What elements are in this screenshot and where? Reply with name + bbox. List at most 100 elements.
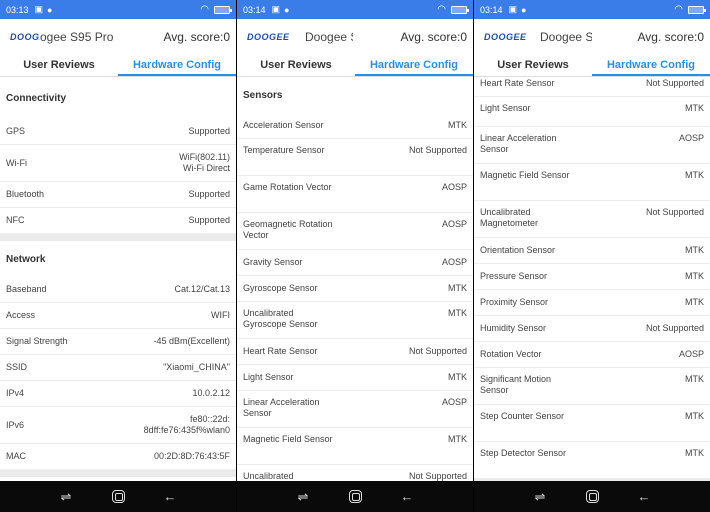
- home-button[interactable]: [582, 487, 602, 507]
- spec-value: AOSP: [441, 397, 467, 407]
- spec-value: Cat.12/Cat.13: [174, 284, 230, 294]
- spec-row: Step Detector Sensor MTK: [474, 442, 710, 479]
- spec-row: Gyroscope Sensor MTK: [237, 276, 473, 302]
- recents-icon[interactable]: ⇌: [530, 487, 550, 507]
- status-time: 03:14: [243, 4, 266, 15]
- spec-label: Gyroscope Sensor: [243, 283, 318, 293]
- brand-logo: DOOGEE: [484, 32, 527, 42]
- back-icon[interactable]: ←: [160, 487, 180, 507]
- spec-label: MAC: [6, 451, 26, 461]
- spec-value: MTK: [685, 271, 704, 281]
- home-icon: [348, 490, 362, 503]
- recents-icon[interactable]: ⇌: [293, 487, 313, 507]
- spec-label: NFC: [6, 215, 25, 225]
- device-name: Doogee S9: [540, 30, 592, 44]
- spec-value: "Xiaomi_CHINA": [163, 362, 230, 372]
- tab-user-reviews[interactable]: User Reviews: [237, 55, 355, 76]
- content-list[interactable]: Connectivity GPS Supported Wi-Fi WiFi(802.…: [0, 77, 236, 481]
- spec-row: SSID "Xiaomi_CHINA": [0, 355, 236, 381]
- image-notification-icon: ▣: [34, 4, 44, 14]
- spec-row: Uncalibrated Magnetometer Not Supported: [474, 201, 710, 238]
- spec-row: Temperature Sensor Not Supported: [237, 139, 473, 176]
- screen-1: 03:13 ▣ ● ◠ DOOGEE ogee S95 Pro Avg. sco…: [0, 0, 236, 512]
- battery-icon: [451, 5, 469, 14]
- back-icon[interactable]: ←: [397, 487, 417, 507]
- status-bar: 03:14 ▣ ● ◠: [237, 0, 473, 19]
- wifi-icon: ◠: [437, 4, 446, 15]
- spec-value: Not Supported: [645, 207, 704, 217]
- spec-row: Acceleration Sensor MTK: [237, 113, 473, 139]
- spec-value: MTK: [685, 411, 704, 421]
- spec-label: Light Sensor: [243, 372, 294, 382]
- recents-icon[interactable]: ⇌: [56, 487, 76, 507]
- spec-label: Magnetic Field Sensor: [480, 170, 570, 180]
- home-button[interactable]: [345, 487, 365, 507]
- spec-value: MTK: [448, 308, 467, 318]
- spec-label: Signal Strength: [6, 336, 68, 346]
- back-icon[interactable]: ←: [634, 487, 654, 507]
- spec-label: Proximity Sensor: [480, 297, 549, 307]
- spec-label: Significant Motion Sensor: [480, 374, 552, 395]
- spec-row: Significant Motion Sensor MTK: [474, 368, 710, 405]
- device-name: Doogee S9: [305, 30, 353, 44]
- spec-label: Access: [6, 310, 36, 320]
- spec-row: Heart Rate Sensor Not Supported: [474, 77, 710, 97]
- image-notification-icon: ▣: [271, 4, 281, 14]
- spec-row: IPv6 fe80::22d: 8dff:fe76:435f%wlan0: [0, 407, 236, 444]
- tab-bar: User Reviews Hardware Config: [0, 55, 236, 77]
- spec-value: WiFi(802.11) Wi-Fi Direct: [179, 152, 230, 173]
- tab-hardware-config[interactable]: Hardware Config: [118, 55, 236, 76]
- tab-hardware-config[interactable]: Hardware Config: [592, 55, 710, 76]
- spec-value: fe80::22d: 8dff:fe76:435f%wlan0: [143, 414, 230, 435]
- circle-notification-icon: ●: [47, 4, 53, 15]
- avg-score: Avg. score:0: [400, 30, 467, 44]
- spec-row: MAC 00:2D:8D:76:43:5F: [0, 444, 236, 470]
- tab-user-reviews[interactable]: User Reviews: [474, 55, 592, 76]
- spec-value: WIFI: [211, 310, 230, 320]
- spec-value: MTK: [685, 170, 704, 180]
- battery-icon: [214, 5, 232, 14]
- brand-logo: DOOGEE: [247, 32, 290, 42]
- app-header: DOOGEE Doogee S9 Avg. score:0: [237, 19, 473, 55]
- device-name: ogee S95 Pro: [40, 30, 114, 44]
- nav-bar: ⇌ ←: [474, 481, 710, 512]
- tab-user-reviews[interactable]: User Reviews: [0, 55, 118, 76]
- tab-hardware-config[interactable]: Hardware Config: [355, 55, 473, 76]
- home-icon: [111, 490, 125, 503]
- spec-label: Heart Rate Sensor: [480, 78, 555, 88]
- spec-value: Not Supported: [645, 323, 704, 333]
- content-list[interactable]: Heart Rate Sensor Not Supported Light Sen…: [474, 77, 710, 481]
- spec-row: Signal Strength -45 dBm(Excellent): [0, 329, 236, 355]
- app-header: DOOGEE ogee S95 Pro Avg. score:0: [0, 19, 236, 55]
- spec-value: MTK: [448, 434, 467, 444]
- app-header: DOOGEE Doogee S9 Avg. score:0: [474, 19, 710, 55]
- section-divider: [0, 470, 236, 477]
- spec-value: 00:2D:8D:76:43:5F: [153, 451, 230, 461]
- image-notification-icon: ▣: [508, 4, 518, 14]
- spec-label: Uncalibrated Magnetometer: [480, 207, 539, 228]
- spec-row: Game Rotation Vector AOSP: [237, 176, 473, 213]
- avg-score: Avg. score:0: [163, 30, 230, 44]
- spec-label: Light Sensor: [480, 103, 531, 113]
- home-button[interactable]: [108, 487, 128, 507]
- spec-value: MTK: [685, 103, 704, 113]
- spec-label: Bluetooth: [6, 189, 45, 199]
- spec-value: Not Supported: [408, 346, 467, 356]
- content-list[interactable]: Sensors Acceleration Sensor MTK Temperatu…: [237, 77, 473, 481]
- spec-label: SSID: [6, 362, 28, 372]
- screen-3: 03:14 ▣ ● ◠ DOOGEE Doogee S9 Avg. score:…: [474, 0, 710, 512]
- spec-row: Access WIFI: [0, 303, 236, 329]
- circle-notification-icon: ●: [521, 4, 527, 15]
- spec-label: Magnetic Field Sensor: [243, 434, 333, 444]
- spec-row: Linear Acceleration Sensor AOSP: [474, 127, 710, 164]
- spec-row: Geomagnetic Rotation Vector AOSP: [237, 213, 473, 250]
- spec-row: Pressure Sensor MTK: [474, 264, 710, 290]
- spec-row: Heart Rate Sensor Not Supported: [237, 339, 473, 365]
- screen-2: 03:14 ▣ ● ◠ DOOGEE Doogee S9 Avg. score:…: [237, 0, 473, 512]
- spec-row: GPS Supported: [0, 119, 236, 145]
- wifi-icon: ◠: [674, 4, 683, 15]
- spec-value: MTK: [448, 372, 467, 382]
- spec-value: 10.0.2.12: [192, 388, 230, 398]
- spec-row: Light Sensor MTK: [237, 365, 473, 391]
- spec-value: AOSP: [678, 133, 704, 143]
